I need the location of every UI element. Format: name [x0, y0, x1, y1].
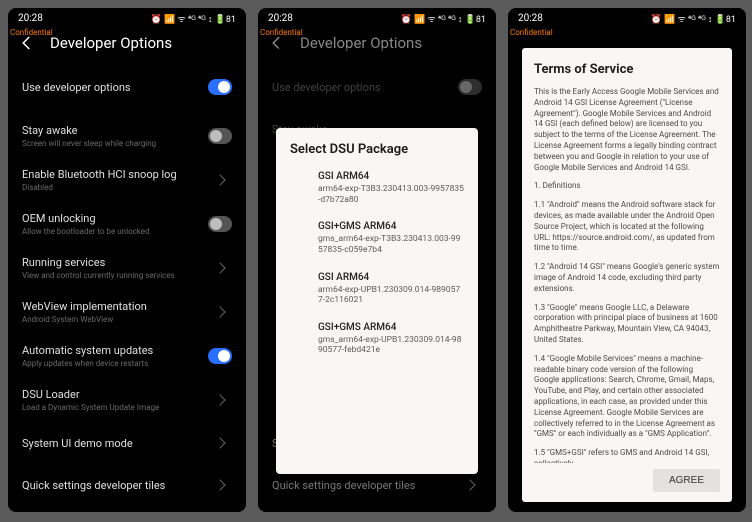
- toggle[interactable]: [208, 216, 232, 232]
- dsu-package-list: GSI ARM64 arm64-exp-T3B3.230413.003-99578…: [290, 171, 464, 356]
- dsu-package-id: gms_arm64-exp-T3B3.230413.003-9957835-c0…: [318, 234, 464, 255]
- tos-paragraph: This is the Early Access Google Mobile S…: [534, 87, 720, 173]
- row-title: WebView implementation: [22, 300, 208, 313]
- row-title: Quick settings developer tiles: [272, 479, 458, 492]
- confidential-label: Confidential: [510, 28, 553, 37]
- tos-paragraph: 1.4 "Google Mobile Services" means a mac…: [534, 354, 720, 440]
- chevron-icon: [214, 479, 225, 490]
- row-subtitle: Android System WebView: [22, 315, 208, 324]
- tos-paragraph: 1.2 "Android 14 GSI" means Google's gene…: [534, 262, 720, 294]
- page-title: Developer Options: [50, 34, 172, 52]
- tos-sheet: Terms of Service This is the Early Acces…: [522, 48, 732, 502]
- confidential-label: Confidential: [10, 28, 53, 37]
- row-subtitle: View and control currently running servi…: [22, 271, 208, 280]
- dsu-package-name: GSI+GMS ARM64: [318, 322, 464, 333]
- phone-screen-1: 20:28 ⏰ 📶 ᯤ ⁴ᴳ ⁴ᴳ ↕ 🔋81 Confidential Dev…: [8, 8, 246, 512]
- status-bar: 20:28 ⏰ 📶 ᯤ ⁴ᴳ ⁴ᴳ ↕ 🔋81: [8, 8, 246, 28]
- tos-paragraph: 1.3 "Google" means Google LLC, a Delawar…: [534, 303, 720, 346]
- dsu-package-name: GSI+GMS ARM64: [318, 221, 464, 232]
- settings-row[interactable]: WebView implementation Android System Web…: [8, 290, 246, 334]
- dsu-package-item[interactable]: GSI ARM64 arm64-exp-UPB1.230309.014-98905…: [290, 272, 464, 306]
- dsu-dialog: Select DSU Package GSI ARM64 arm64-exp-T3…: [276, 128, 478, 474]
- row-subtitle: Screen will never sleep while charging: [22, 139, 208, 148]
- status-icons: ⏰ 📶 ᯤ ⁴ᴳ ⁴ᴳ ↕ 🔋81: [651, 12, 736, 25]
- chevron-icon: [214, 262, 225, 273]
- settings-row[interactable]: Enable Bluetooth HCI snoop log Disabled: [8, 158, 246, 202]
- dsu-package-id: arm64-exp-UPB1.230309.014-9890577-2c1160…: [318, 285, 464, 306]
- dialog-title: Select DSU Package: [290, 142, 464, 157]
- dsu-package-item[interactable]: GSI ARM64 arm64-exp-T3B3.230413.003-99578…: [290, 171, 464, 205]
- dsu-package-item[interactable]: GSI+GMS ARM64 gms_arm64-exp-T3B3.230413.0…: [290, 221, 464, 255]
- row-title: Automatic system updates: [22, 344, 208, 357]
- status-bar: 20:28 ⏰ 📶 ᯤ ⁴ᴳ ⁴ᴳ ↕ 🔋81: [258, 8, 496, 28]
- dsu-package-id: arm64-exp-T3B3.230413.003-9957835-d7b72a…: [318, 184, 464, 205]
- row-title: Stay awake: [22, 124, 208, 137]
- row-subtitle: Load a Dynamic System Update Image: [22, 403, 208, 412]
- settings-row[interactable]: Automatic system updates Apply updates wh…: [8, 334, 246, 378]
- row-title: Use developer options: [22, 81, 208, 94]
- status-icons: ⏰ 📶 ᯤ ⁴ᴳ ⁴ᴳ ↕ 🔋81: [151, 12, 236, 25]
- confidential-label: Confidential: [260, 28, 303, 37]
- row-title: Enable Bluetooth HCI snoop log: [22, 168, 208, 181]
- tos-paragraph: 1.1 "Android" means the Android software…: [534, 200, 720, 254]
- chevron-icon: [214, 306, 225, 317]
- row-subtitle: Apply updates when device restarts: [22, 359, 208, 368]
- settings-row[interactable]: Stay awake Screen will never sleep while …: [8, 114, 246, 158]
- phone-screen-3: 20:28 ⏰ 📶 ᯤ ⁴ᴳ ⁴ᴳ ↕ 🔋81 Confidential Ter…: [508, 8, 746, 512]
- settings-list: Use developer options Stay awake Screen wi…: [8, 62, 246, 510]
- row-title: Running services: [22, 256, 208, 269]
- settings-row[interactable]: OEM unlocking Allow the bootloader to be …: [8, 202, 246, 246]
- chevron-icon: [214, 437, 225, 448]
- agree-button[interactable]: AGREE: [653, 469, 720, 492]
- dsu-package-id: gms_arm64-exp-UPB1.230309.014-9890577-fe…: [318, 335, 464, 356]
- status-time: 20:28: [268, 13, 293, 24]
- chevron-icon: [214, 394, 225, 405]
- status-time: 20:28: [518, 13, 543, 24]
- settings-row[interactable]: DSU Loader Load a Dynamic System Update I…: [8, 378, 246, 422]
- dsu-package-item[interactable]: GSI+GMS ARM64 gms_arm64-exp-UPB1.230309.0…: [290, 322, 464, 356]
- settings-row[interactable]: System UI demo mode: [8, 422, 246, 464]
- toggle[interactable]: [208, 79, 232, 95]
- status-time: 20:28: [18, 13, 43, 24]
- dsu-package-name: GSI ARM64: [318, 171, 464, 182]
- status-icons: ⏰ 📶 ᯤ ⁴ᴳ ⁴ᴳ ↕ 🔋81: [401, 12, 486, 25]
- tos-paragraph: 1.5 "GMS+GSI" refers to GMS and Android …: [534, 448, 720, 463]
- settings-row[interactable]: Running services View and control current…: [8, 246, 246, 290]
- dsu-package-name: GSI ARM64: [318, 272, 464, 283]
- row-subtitle: Disabled: [22, 183, 208, 192]
- tos-paragraph: 1. Definitions: [534, 181, 720, 192]
- dialog-actions: AGREE: [534, 463, 720, 492]
- row-title: System UI demo mode: [22, 437, 208, 450]
- row-title: OEM unlocking: [22, 212, 208, 225]
- chevron-icon: [464, 479, 475, 490]
- settings-row[interactable]: Use developer options: [8, 66, 246, 108]
- settings-row[interactable]: Quick settings developer tiles: [8, 464, 246, 506]
- row-title: Quick settings developer tiles: [22, 479, 208, 492]
- chevron-icon: [214, 174, 225, 185]
- phone-screen-2: 20:28 ⏰ 📶 ᯤ ⁴ᴳ ⁴ᴳ ↕ 🔋81 Confidential Dev…: [258, 8, 496, 512]
- status-bar: 20:28 ⏰ 📶 ᯤ ⁴ᴳ ⁴ᴳ ↕ 🔋81: [508, 8, 746, 28]
- row-title: DSU Loader: [22, 388, 208, 401]
- row-subtitle: Allow the bootloader to be unlocked: [22, 227, 208, 236]
- toggle[interactable]: [208, 128, 232, 144]
- tos-title: Terms of Service: [534, 62, 720, 77]
- toggle[interactable]: [208, 348, 232, 364]
- tos-body: This is the Early Access Google Mobile S…: [534, 87, 720, 463]
